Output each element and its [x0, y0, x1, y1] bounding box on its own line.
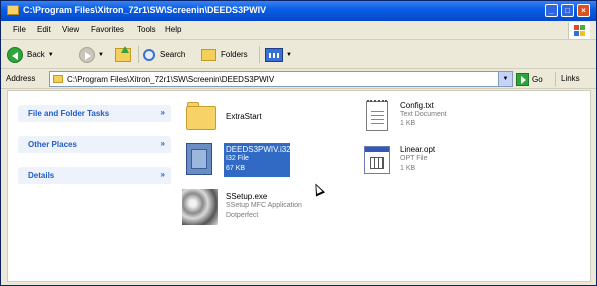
opt-file-icon	[364, 146, 390, 174]
details-header[interactable]: Details »	[18, 167, 171, 184]
explorer-window: C:\Program Files\Xitron_72r1\SW\Screenin…	[0, 0, 597, 286]
file-name: SSetup.exe	[226, 192, 268, 201]
views-icon	[265, 47, 283, 62]
toolbar-divider	[259, 46, 260, 63]
maximize-button[interactable]: □	[561, 4, 574, 17]
menu-bar: File Edit View Favorites Tools Help	[1, 21, 596, 40]
file-item-deeds3pwiv[interactable]: DEEDS3PWIV.i32 I32 File 67 KB	[184, 141, 304, 181]
file-folder-tasks-header[interactable]: File and Folder Tasks »	[18, 105, 171, 122]
file-type: I32 File	[226, 155, 249, 162]
menu-favorites[interactable]: Favorites	[91, 25, 124, 34]
folder-icon	[7, 5, 19, 15]
chevron-down-icon: ▼	[98, 51, 104, 58]
folders-icon	[201, 48, 216, 61]
menu-help[interactable]: Help	[165, 25, 181, 34]
folders-button[interactable]: Folders	[201, 45, 248, 64]
address-label: Address	[6, 74, 36, 83]
window-title: C:\Program Files\Xitron_72r1\SW\Screenin…	[23, 5, 267, 15]
links-divider	[555, 72, 556, 86]
menu-tools[interactable]: Tools	[137, 25, 156, 34]
file-size: 1 KB	[400, 165, 416, 172]
standard-toolbar: Back ▼ ▼ Search Folders ▼	[1, 40, 596, 69]
task-title: File and Folder Tasks	[28, 109, 110, 118]
windows-logo-icon	[568, 22, 590, 39]
task-pane: File and Folder Tasks » Other Places » D…	[8, 91, 176, 281]
up-folder-button[interactable]	[115, 45, 131, 64]
file-size: 67 KB	[226, 165, 246, 172]
folder-view: File and Folder Tasks » Other Places » D…	[7, 90, 591, 282]
chevron-down-icon[interactable]: »	[161, 170, 165, 179]
forward-button[interactable]: ▼	[79, 45, 104, 64]
close-button[interactable]: ×	[577, 4, 590, 17]
chevron-down-icon[interactable]: »	[161, 139, 165, 148]
go-button[interactable]: Go	[516, 72, 543, 86]
chevron-down-icon: ▼	[286, 51, 292, 58]
address-dropdown-button[interactable]: ▼	[498, 72, 512, 86]
folder-icon	[186, 106, 216, 130]
menu-view[interactable]: View	[62, 25, 79, 34]
file-name: ExtraStart	[226, 112, 262, 121]
address-bar: Address C:\Program Files\Xitron_72r1\SW\…	[1, 69, 596, 89]
back-arrow-icon	[7, 46, 23, 63]
go-arrow-icon	[516, 72, 529, 86]
other-places-header[interactable]: Other Places »	[18, 136, 171, 153]
title-bar[interactable]: C:\Program Files\Xitron_72r1\SW\Screenin…	[1, 1, 596, 21]
text-document-icon	[366, 100, 388, 131]
back-label: Back	[27, 50, 45, 59]
menu-edit[interactable]: Edit	[37, 25, 51, 34]
forward-arrow-icon	[79, 46, 95, 63]
chevron-down-icon: ▼	[47, 51, 54, 58]
up-folder-icon	[115, 45, 131, 62]
task-title: Other Places	[28, 140, 77, 149]
file-name: Config.txt	[400, 101, 434, 110]
application-icon	[182, 189, 218, 225]
menu-file[interactable]: File	[13, 25, 26, 34]
go-label: Go	[532, 74, 543, 84]
file-size: 1 KB	[400, 120, 416, 127]
file-item-linear[interactable]: Linear.opt OPT File 1 KB	[360, 141, 480, 181]
address-path: C:\Program Files\Xitron_72r1\SW\Screenin…	[67, 75, 275, 84]
file-name: DEEDS3PWIV.i32	[226, 145, 291, 154]
search-icon	[143, 48, 155, 61]
file-type: OPT File	[400, 155, 428, 162]
file-item-extrastart[interactable]: ExtraStart	[184, 99, 304, 135]
folder-icon	[53, 75, 63, 83]
views-button[interactable]: ▼	[265, 45, 292, 64]
back-button[interactable]: Back ▼	[7, 45, 54, 64]
chevron-down-icon[interactable]: »	[161, 108, 165, 117]
file-name: Linear.opt	[400, 145, 436, 154]
address-input[interactable]: C:\Program Files\Xitron_72r1\SW\Screenin…	[49, 71, 513, 87]
file-type: SSetup MFC Application	[226, 202, 302, 209]
toolbar-divider	[138, 46, 139, 63]
i32-file-icon	[186, 143, 212, 175]
task-title: Details	[28, 171, 55, 180]
file-type: Text Document	[400, 111, 447, 118]
file-item-config[interactable]: Config.txt Text Document 1 KB	[362, 97, 482, 137]
minimize-button[interactable]: _	[545, 4, 558, 17]
search-button[interactable]: Search	[143, 45, 185, 64]
file-company: Dotperfect	[226, 212, 259, 219]
folders-label: Folders	[221, 50, 248, 59]
search-label: Search	[160, 50, 186, 59]
links-button[interactable]: Links	[561, 74, 580, 83]
